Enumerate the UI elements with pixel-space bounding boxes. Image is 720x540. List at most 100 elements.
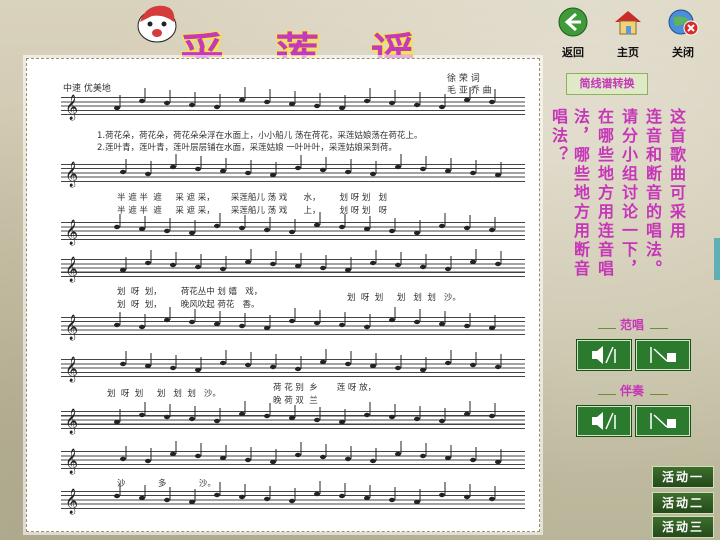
- note-head: [295, 366, 301, 372]
- note-head: [339, 493, 345, 499]
- note-head: [345, 169, 351, 175]
- note-head: [120, 169, 126, 175]
- note-head: [220, 266, 226, 272]
- demo-play-button[interactable]: [577, 340, 631, 370]
- demo-singing-label: 范唱: [620, 318, 645, 332]
- note-head: [489, 227, 495, 233]
- note-head: [170, 262, 176, 268]
- divider: [598, 394, 616, 395]
- svg-text:𝄞: 𝄞: [65, 256, 78, 282]
- note-head: [295, 165, 301, 171]
- note-head: [264, 99, 270, 105]
- speaker-play-icon: [592, 412, 616, 430]
- home-icon: [615, 11, 641, 35]
- note-head: [114, 419, 120, 425]
- question-column: 请分小组讨论一下，: [619, 108, 638, 279]
- note-head: [239, 225, 245, 231]
- note-head: [245, 170, 251, 176]
- note-head: [164, 228, 170, 234]
- svg-text:𝄞: 𝄞: [65, 448, 78, 474]
- note-head: [189, 319, 195, 325]
- note-head: [289, 101, 295, 107]
- note-head: [470, 170, 476, 176]
- note-head: [239, 97, 245, 103]
- note-head: [314, 103, 320, 109]
- note-head: [320, 167, 326, 173]
- note-head: [470, 362, 476, 368]
- side-scroll-tab[interactable]: [714, 238, 720, 280]
- note-head: [395, 365, 401, 371]
- note-head: [414, 102, 420, 108]
- activity-two-button[interactable]: 活动二: [652, 492, 714, 514]
- note-head: [395, 164, 401, 170]
- note-head: [495, 364, 501, 370]
- note-head: [495, 172, 501, 178]
- question-column: 法，哪些地方用断音: [571, 108, 590, 279]
- activity-three-button[interactable]: 活动三: [652, 516, 714, 538]
- note-head: [314, 491, 320, 497]
- note-head: [464, 494, 470, 500]
- note-head: [395, 262, 401, 268]
- note-head: [195, 264, 201, 270]
- note-head: [364, 226, 370, 232]
- note-head: [414, 416, 420, 422]
- note-head: [464, 225, 470, 231]
- note-head: [139, 412, 145, 418]
- note-head: [289, 318, 295, 324]
- svg-text:𝄞: 𝄞: [65, 94, 78, 120]
- speaker-play-icon: [592, 346, 616, 364]
- note-head: [245, 259, 251, 265]
- demo-stop-button[interactable]: [636, 340, 690, 370]
- note-head: [439, 104, 445, 110]
- note-head: [364, 495, 370, 501]
- note-head: [145, 363, 151, 369]
- note-head: [445, 168, 451, 174]
- notation-convert-button[interactable]: 简线谱转换: [566, 73, 648, 95]
- note-head: [314, 417, 320, 423]
- note-head: [339, 105, 345, 111]
- note-head: [289, 498, 295, 504]
- note-head: [289, 415, 295, 421]
- note-head: [489, 496, 495, 502]
- close-label: 关闭: [672, 46, 694, 59]
- close-icon: [668, 9, 699, 36]
- note-head: [345, 361, 351, 367]
- note-head: [489, 413, 495, 419]
- question-column: 连音和断音的唱法。: [643, 108, 662, 279]
- activity-one-button[interactable]: 活动一: [652, 466, 714, 488]
- note-head: [370, 171, 376, 177]
- note-head: [264, 227, 270, 233]
- note-head: [214, 418, 220, 424]
- note-head: [345, 267, 351, 273]
- note-head: [345, 456, 351, 462]
- back-button[interactable]: 返回: [553, 6, 593, 60]
- note-head: [489, 325, 495, 331]
- stop-icon: [650, 347, 676, 363]
- note-head: [114, 493, 120, 499]
- note-head: [164, 497, 170, 503]
- note-head: [239, 323, 245, 329]
- note-head: [420, 264, 426, 270]
- svg-text:𝄞: 𝄞: [65, 219, 78, 245]
- note-head: [414, 499, 420, 505]
- note-head: [320, 359, 326, 365]
- note-head: [145, 260, 151, 266]
- accompaniment-play-button[interactable]: [577, 406, 631, 436]
- note-head: [439, 492, 445, 498]
- note-head: [389, 497, 395, 503]
- note-head: [220, 455, 226, 461]
- note-head: [170, 365, 176, 371]
- note-head: [389, 228, 395, 234]
- note-head: [414, 230, 420, 236]
- note-head: [214, 492, 220, 498]
- note-head: [214, 223, 220, 229]
- note-head: [295, 263, 301, 269]
- close-button[interactable]: 关闭: [663, 6, 703, 60]
- note-head: [495, 459, 501, 465]
- note-head: [389, 414, 395, 420]
- home-button[interactable]: 主页: [608, 6, 648, 60]
- question-column: 这首歌曲可采用: [667, 108, 686, 241]
- note-head: [364, 412, 370, 418]
- accompaniment-stop-button[interactable]: [636, 406, 690, 436]
- note-head: [389, 100, 395, 106]
